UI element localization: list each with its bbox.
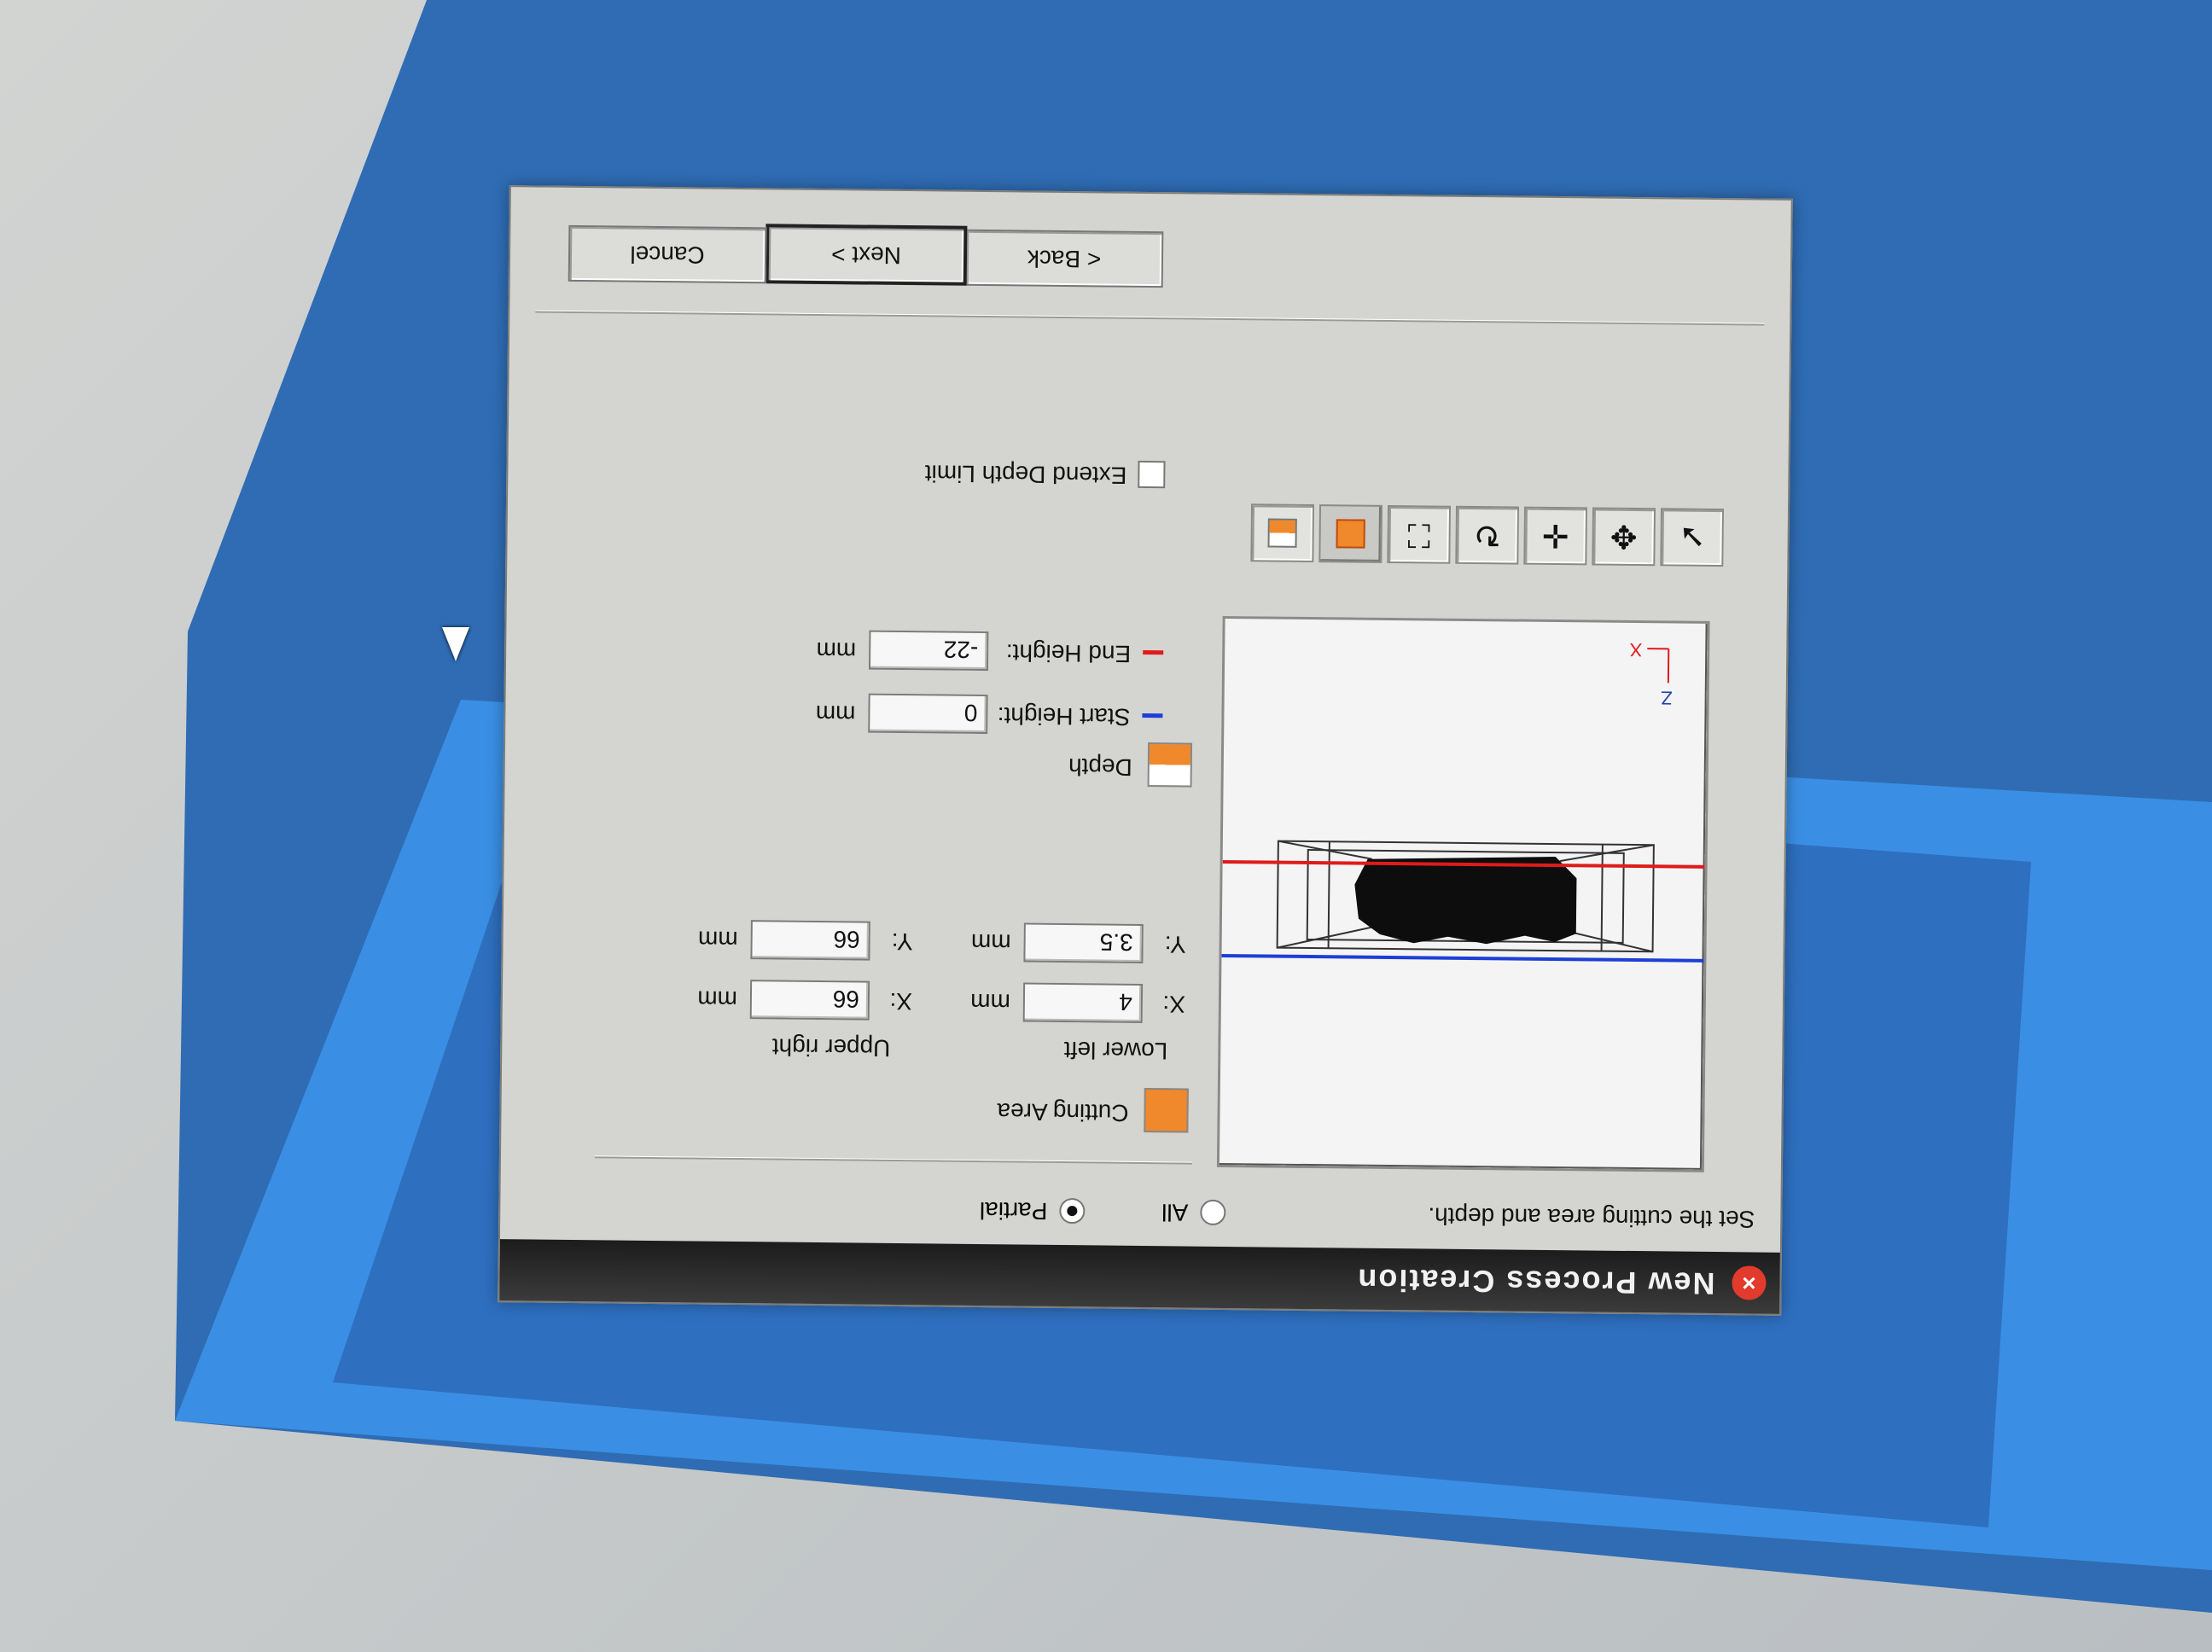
axis-z-label: Z bbox=[1661, 687, 1673, 708]
end-height-unit: mm bbox=[816, 637, 857, 665]
cutting-area-tool-icon[interactable] bbox=[1318, 504, 1383, 563]
footer-separator bbox=[535, 310, 1765, 326]
lower-left-x-label: X: bbox=[1162, 991, 1186, 1018]
start-height-line bbox=[1221, 953, 1704, 963]
upper-right-y-field[interactable]: 66 bbox=[750, 920, 870, 961]
close-icon[interactable]: × bbox=[1732, 1265, 1767, 1300]
back-button[interactable]: < Back bbox=[964, 229, 1164, 288]
window-title: New Process Creation bbox=[1356, 1262, 1715, 1302]
cancel-button[interactable]: Cancel bbox=[568, 224, 767, 284]
depth-tool-icon[interactable] bbox=[1250, 503, 1315, 563]
lower-left-y-field[interactable]: 3.5 bbox=[1023, 922, 1144, 963]
radio-partial-button[interactable] bbox=[1059, 1197, 1086, 1224]
radio-partial-label: Partial bbox=[979, 1196, 1048, 1224]
radio-partial[interactable]: Partial bbox=[980, 1196, 1086, 1224]
depth-icon bbox=[1147, 742, 1193, 788]
upper-right-y-unit: mm bbox=[697, 926, 738, 954]
upper-right-x-unit: mm bbox=[697, 986, 738, 1014]
move-icon[interactable]: ✛ bbox=[1523, 506, 1588, 566]
lower-left-x-unit: mm bbox=[970, 988, 1011, 1016]
title-bar: × New Process Creation bbox=[499, 1239, 1780, 1314]
instruction-text: Set the cutting area and depth. bbox=[1428, 1202, 1755, 1233]
upper-right-label: Upper right bbox=[771, 1033, 891, 1062]
end-height-label: End Height: bbox=[1005, 639, 1132, 667]
radio-all-button[interactable] bbox=[1200, 1199, 1226, 1226]
preview-viewport[interactable]: Z X bbox=[1216, 615, 1710, 1172]
end-height-swatch bbox=[1143, 649, 1164, 655]
new-process-creation-dialog: × New Process Creation Set the cutting a… bbox=[498, 185, 1793, 1316]
radio-all[interactable]: All bbox=[1161, 1198, 1226, 1226]
end-height-field[interactable]: -22 bbox=[868, 630, 989, 672]
depth-label: Depth bbox=[1068, 753, 1132, 781]
upper-right-y-label: Y: bbox=[891, 928, 913, 956]
start-height-unit: mm bbox=[815, 700, 856, 728]
lower-left-y-label: Y: bbox=[1164, 931, 1186, 958]
cutting-area-label: Cutting Area bbox=[997, 1098, 1129, 1126]
mouse-cursor-icon bbox=[442, 627, 469, 661]
axis-x-label: X bbox=[1629, 639, 1642, 660]
extend-depth-limit-checkbox[interactable] bbox=[1138, 460, 1166, 489]
fit-view-icon[interactable]: ⛶ bbox=[1387, 504, 1452, 564]
rotate-icon[interactable]: ↻ bbox=[1455, 505, 1520, 565]
view-toolbar: ➘ ✥ ✛ ↻ ⛶ bbox=[1250, 503, 1725, 567]
extend-depth-limit-label: Extend Depth Limit bbox=[924, 460, 1127, 489]
radio-all-label: All bbox=[1161, 1199, 1189, 1226]
lower-left-x-field[interactable]: 4 bbox=[1022, 982, 1144, 1023]
upper-right-x-label: X: bbox=[889, 987, 913, 1015]
lower-left-label: Lower left bbox=[1063, 1037, 1168, 1065]
pan-3d-icon[interactable]: ✥ bbox=[1592, 507, 1656, 567]
button-row: < Back Next > Cancel bbox=[510, 224, 1791, 294]
lower-left-y-unit: mm bbox=[970, 928, 1011, 957]
start-height-field[interactable]: 0 bbox=[868, 693, 988, 735]
start-height-label: Start Height: bbox=[997, 702, 1131, 730]
cutting-area-icon bbox=[1144, 1088, 1189, 1133]
select-arrow-icon[interactable]: ➘ bbox=[1660, 508, 1725, 567]
upper-right-x-field[interactable]: 66 bbox=[749, 980, 870, 1021]
separator bbox=[594, 1155, 1192, 1165]
start-height-swatch bbox=[1142, 713, 1163, 718]
next-button[interactable]: Next > bbox=[765, 224, 968, 286]
